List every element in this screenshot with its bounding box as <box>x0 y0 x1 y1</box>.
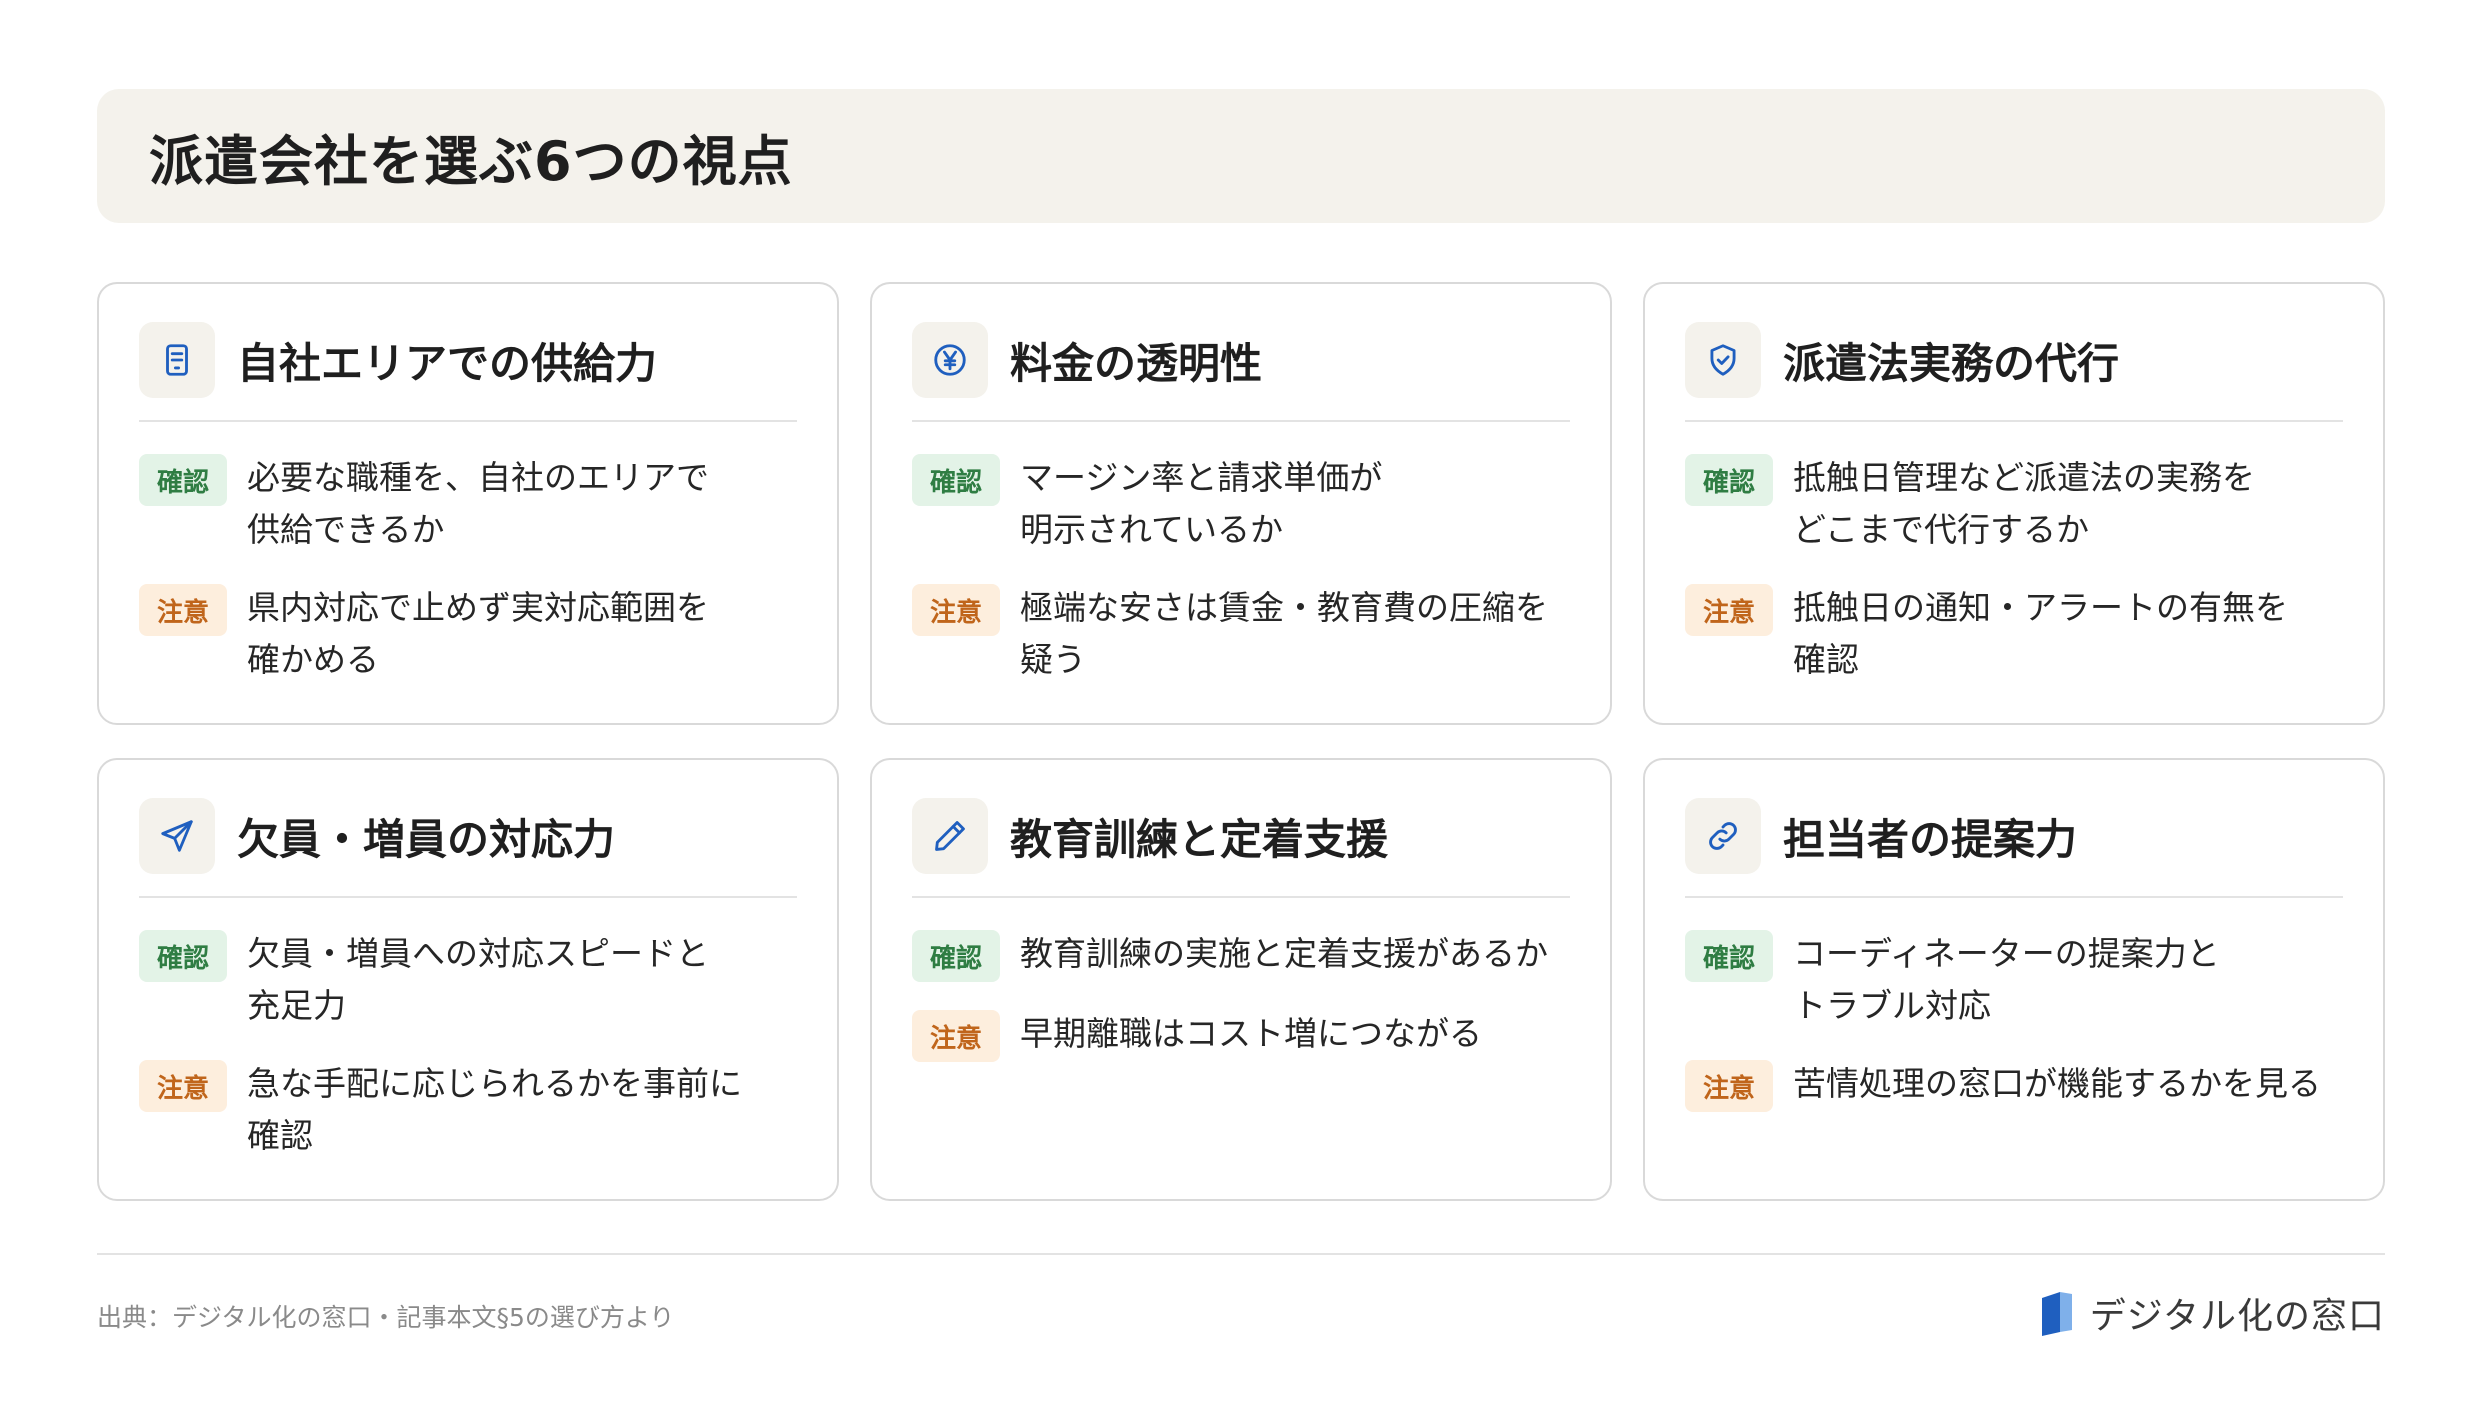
card-grid: 自社エリアでの供給力 確認 必要な職種を、自社のエリアで 供給できるか 注意 県… <box>97 282 2385 1201</box>
header-banner: 派遣会社を選ぶ6つの視点 <box>97 89 2385 223</box>
caution-row: 注意 早期離職はコスト増につながる <box>912 1008 1570 1062</box>
card-title: 自社エリアでの供給力 <box>237 338 658 388</box>
divider <box>1685 896 2343 898</box>
icon-container <box>139 798 215 874</box>
check-row: 確認 教育訓練の実施と定着支援があるか <box>912 928 1570 982</box>
pencil-icon <box>935 821 965 851</box>
card-title: 教育訓練と定着支援 <box>1010 814 1389 864</box>
check-row: 確認 コーディネーターの提案力と トラブル対応 <box>1685 928 2343 1032</box>
caution-row: 注意 県内対応で止めず実対応範囲を 確かめる <box>139 582 797 686</box>
check-text: コーディネーターの提案力と トラブル対応 <box>1793 934 2220 1025</box>
icon-container <box>912 798 988 874</box>
card-area-supply: 自社エリアでの供給力 確認 必要な職種を、自社のエリアで 供給できるか 注意 県… <box>97 282 839 725</box>
caution-text: 極端な安さは賃金・教育費の圧縮を 疑う <box>1020 588 1548 679</box>
check-badge: 確認 <box>1685 930 1773 982</box>
caution-row: 注意 抵触日の通知・アラートの有無を 確認 <box>1685 582 2343 686</box>
logo-mark-icon <box>2041 1292 2072 1336</box>
divider <box>1685 420 2343 422</box>
icon-container <box>912 322 988 398</box>
icon-container <box>139 322 215 398</box>
check-badge: 確認 <box>1685 454 1773 506</box>
footer-divider <box>97 1253 2385 1255</box>
divider <box>139 896 797 898</box>
yen-icon <box>934 344 966 376</box>
divider <box>912 896 1570 898</box>
caution-badge: 注意 <box>139 1060 227 1112</box>
card-pricing: 料金の透明性 確認 マージン率と請求単価が 明示されているか 注意 極端な安さは… <box>870 282 1612 725</box>
caution-badge: 注意 <box>139 584 227 636</box>
check-badge: 確認 <box>912 930 1000 982</box>
card-header: 担当者の提案力 <box>1685 798 2343 874</box>
check-text: マージン率と請求単価が 明示されているか <box>1020 458 1383 549</box>
caution-row: 注意 急な手配に応じられるかを事前に 確認 <box>139 1058 797 1162</box>
check-text: 教育訓練の実施と定着支援があるか <box>1020 934 1548 973</box>
caution-text: 苦情処理の窓口が機能するかを見る <box>1793 1064 2321 1103</box>
document-icon <box>166 344 188 376</box>
link-icon <box>1709 822 1737 850</box>
card-proposal-ability: 担当者の提案力 確認 コーディネーターの提案力と トラブル対応 注意 苦情処理の… <box>1643 758 2385 1201</box>
check-badge: 確認 <box>139 454 227 506</box>
card-training-retention: 教育訓練と定着支援 確認 教育訓練の実施と定着支援があるか 注意 早期離職はコス… <box>870 758 1612 1201</box>
check-row: 確認 抵触日管理など派遣法の実務を どこまで代行するか <box>1685 452 2343 556</box>
card-header: 教育訓練と定着支援 <box>912 798 1570 874</box>
check-text: 欠員・増員への対応スピードと 充足力 <box>247 934 709 1025</box>
send-icon <box>161 820 193 852</box>
caution-text: 早期離職はコスト増につながる <box>1020 1014 1482 1053</box>
card-header: 自社エリアでの供給力 <box>139 322 797 398</box>
card-title: 欠員・増員の対応力 <box>237 814 616 864</box>
check-badge: 確認 <box>139 930 227 982</box>
card-title: 担当者の提案力 <box>1783 814 2078 864</box>
brand-logo: デジタル化の窓口 <box>2038 1287 2385 1339</box>
caution-row: 注意 極端な安さは賃金・教育費の圧縮を 疑う <box>912 582 1570 686</box>
divider <box>912 420 1570 422</box>
card-title: 料金の透明性 <box>1010 338 1263 388</box>
check-row: 確認 必要な職種を、自社のエリアで 供給できるか <box>139 452 797 556</box>
shield-check-icon <box>1710 344 1736 376</box>
icon-container <box>1685 798 1761 874</box>
caution-row: 注意 苦情処理の窓口が機能するかを見る <box>1685 1058 2343 1112</box>
caution-text: 急な手配に応じられるかを事前に 確認 <box>247 1064 742 1155</box>
caution-text: 県内対応で止めず実対応範囲を 確かめる <box>247 588 709 679</box>
caution-badge: 注意 <box>912 584 1000 636</box>
check-badge: 確認 <box>912 454 1000 506</box>
caution-badge: 注意 <box>1685 1060 1773 1112</box>
check-row: 確認 マージン率と請求単価が 明示されているか <box>912 452 1570 556</box>
divider <box>139 420 797 422</box>
icon-container <box>1685 322 1761 398</box>
card-staffing-response: 欠員・増員の対応力 確認 欠員・増員への対応スピードと 充足力 注意 急な手配に… <box>97 758 839 1201</box>
source-note: 出典：デジタル化の窓口・記事本文§5の選び方より <box>97 1303 675 1332</box>
card-title: 派遣法実務の代行 <box>1783 338 2120 388</box>
check-row: 確認 欠員・増員への対応スピードと 充足力 <box>139 928 797 1032</box>
caution-badge: 注意 <box>912 1010 1000 1062</box>
card-header: 欠員・増員の対応力 <box>139 798 797 874</box>
check-text: 必要な職種を、自社のエリアで 供給できるか <box>247 458 709 549</box>
page-title: 派遣会社を選ぶ6つの視点 <box>149 129 793 193</box>
check-text: 抵触日管理など派遣法の実務を どこまで代行するか <box>1793 458 2255 549</box>
card-header: 料金の透明性 <box>912 322 1570 398</box>
card-dispatch-law: 派遣法実務の代行 確認 抵触日管理など派遣法の実務を どこまで代行するか 注意 … <box>1643 282 2385 725</box>
logo-text: デジタル化の窓口 <box>2089 1296 2385 1337</box>
card-header: 派遣法実務の代行 <box>1685 322 2343 398</box>
caution-text: 抵触日の通知・アラートの有無を 確認 <box>1793 588 2288 679</box>
caution-badge: 注意 <box>1685 584 1773 636</box>
